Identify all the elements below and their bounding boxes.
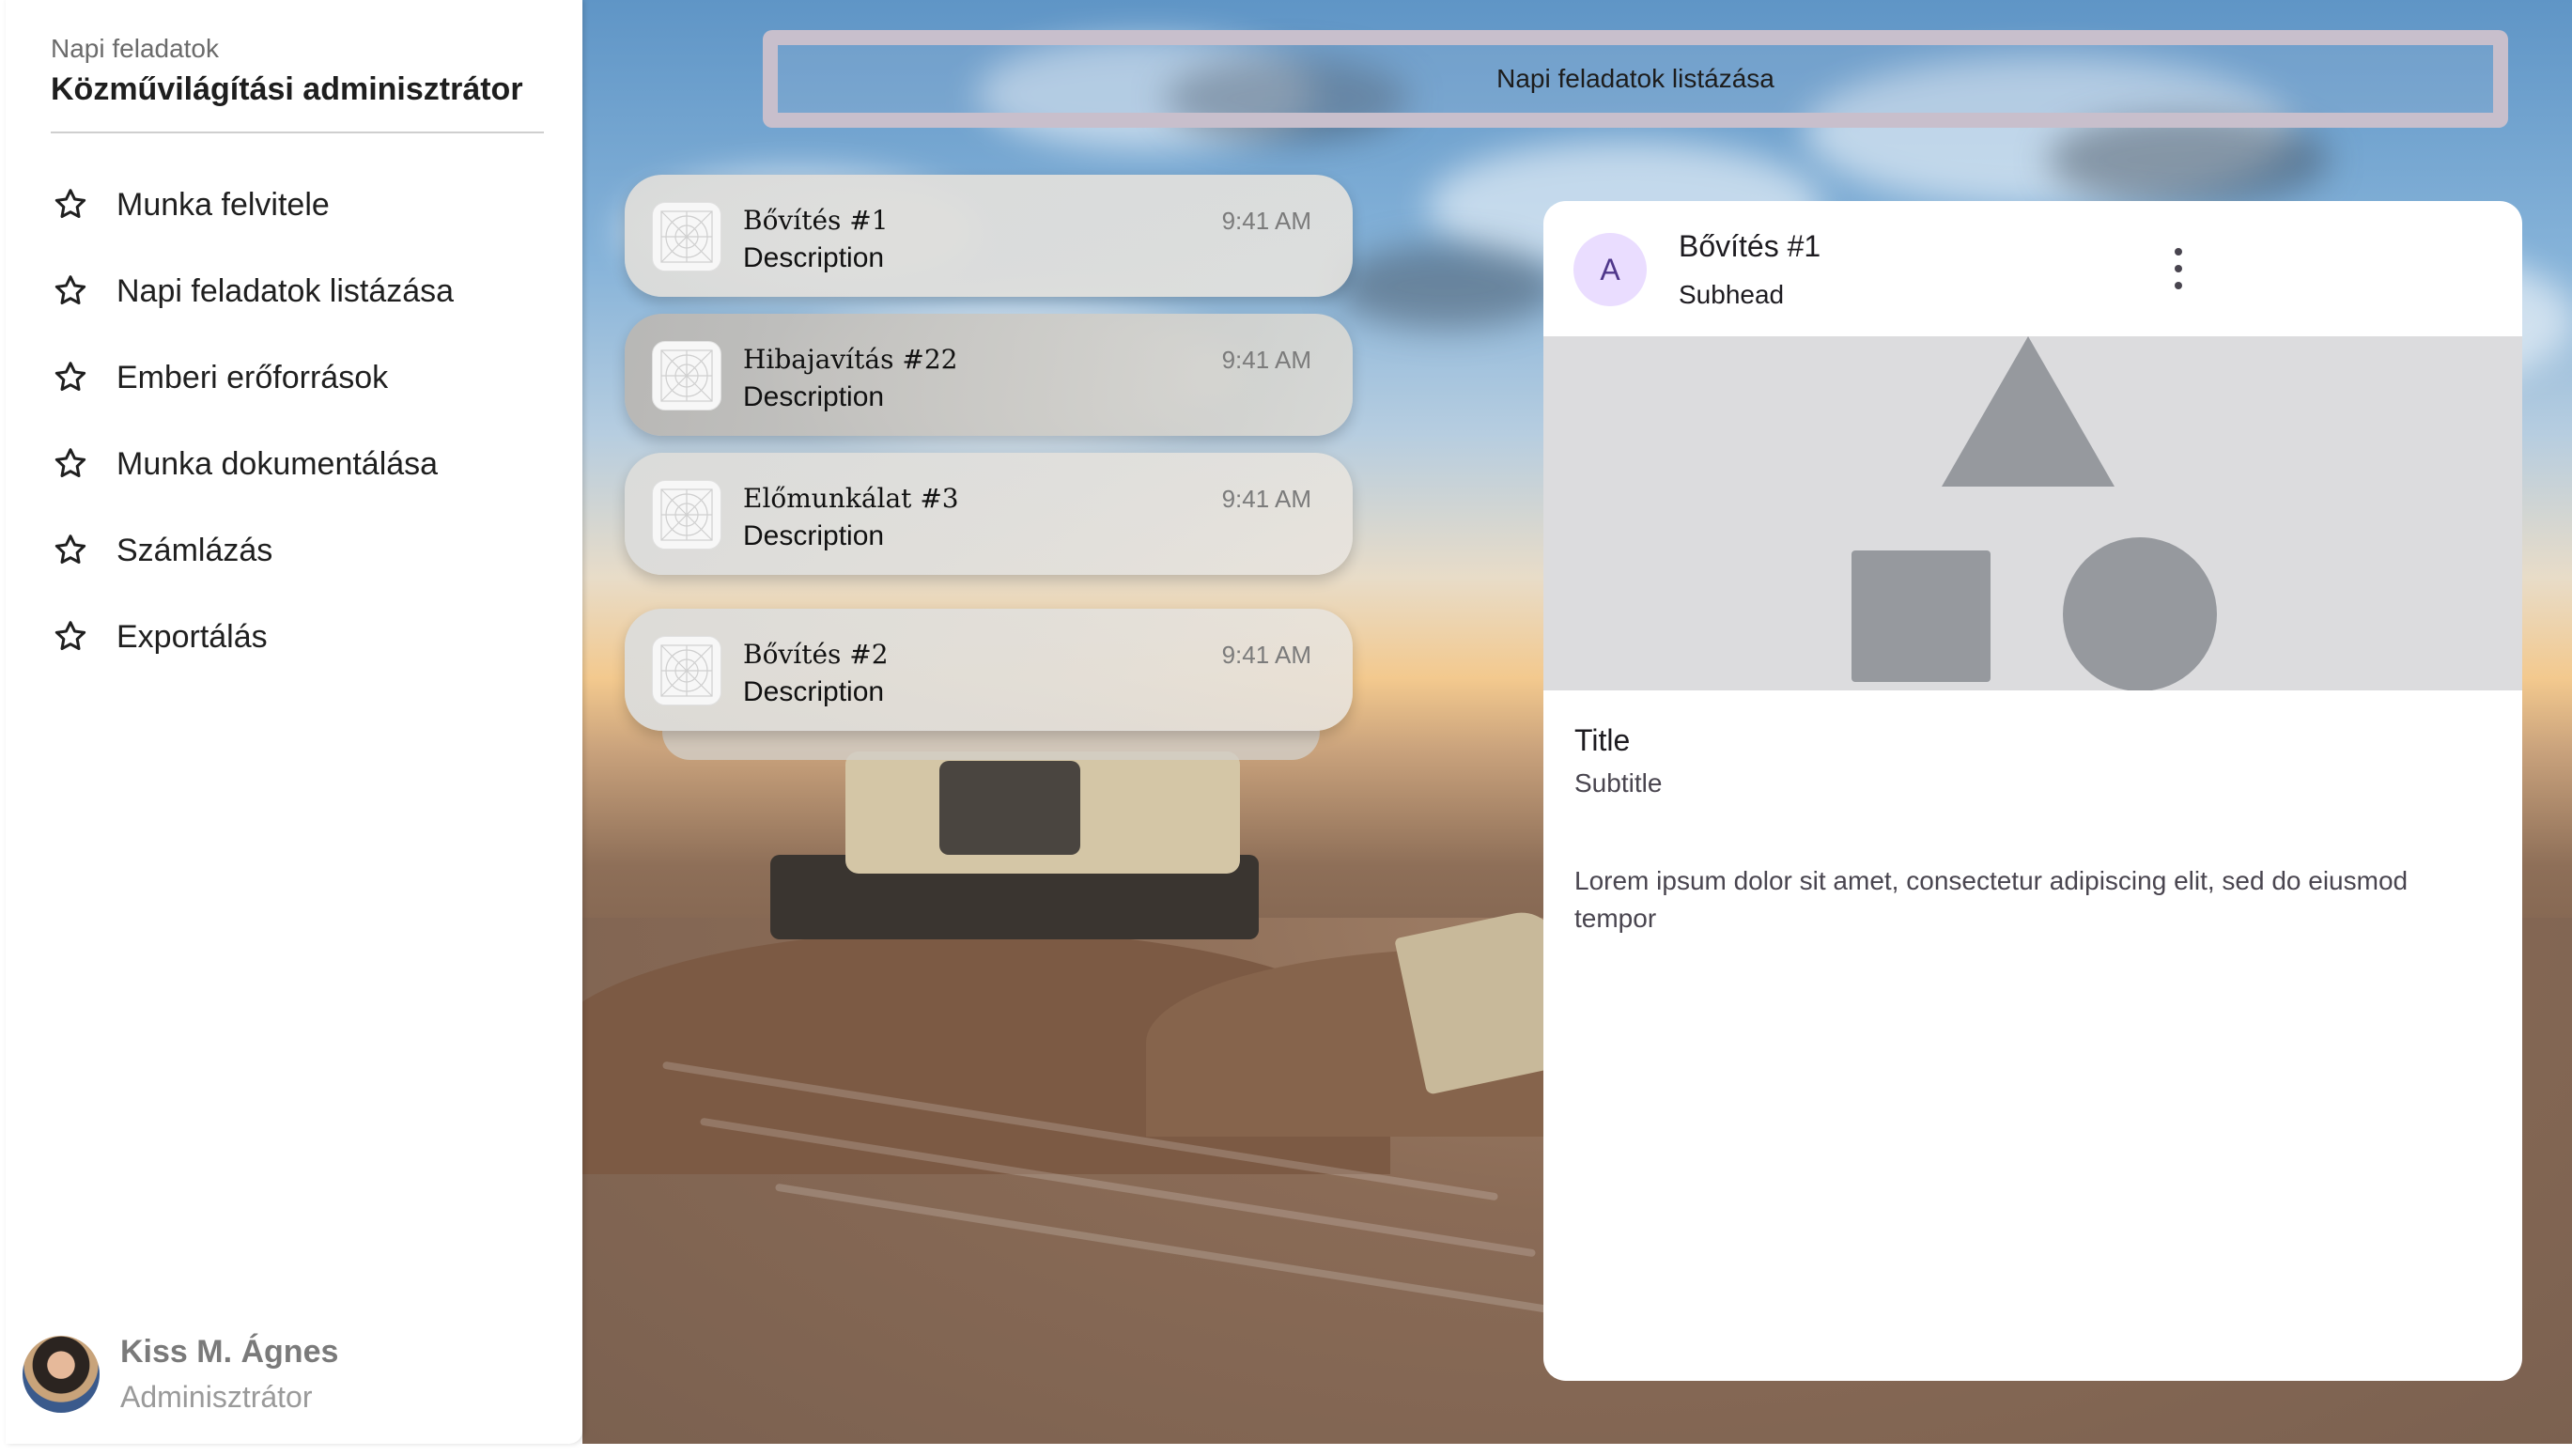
square-shape [1852,550,1991,682]
task-description: Description [743,381,885,412]
image-placeholder-icon [652,202,721,271]
detail-card: A Bővítés #1 Subhead Title Subtitle Lore… [1543,201,2522,1381]
card-body-text: Lorem ipsum dolor sit amet, consectetur … [1574,866,2409,933]
task-time: 9:41 AM [1221,485,1311,513]
image-placeholder-icon [652,341,721,410]
task-description: Description [743,520,885,551]
user-profile[interactable]: Kiss M. Ágnes Adminisztrátor [23,1334,338,1415]
card-subtitle: Subtitle [1574,768,1663,798]
sidebar-item-emberi-eroforrasok[interactable]: Emberi erőforrások [51,334,558,421]
task-description: Description [743,242,885,273]
sidebar-item-label: Munka felvitele [116,186,330,223]
card-header: A Bővítés #1 Subhead [1543,201,2522,336]
star-icon [51,531,90,570]
top-bar: Napi feladatok listázása [763,30,2508,128]
star-icon [51,185,90,225]
sidebar-divider [51,132,544,133]
task-title: Előmunkálat #3 [743,483,959,514]
user-role: Adminisztrátor [120,1380,313,1414]
sidebar: Napi feladatok Közművilágítási adminiszt… [6,0,582,1444]
page-title: Napi feladatok listázása [1496,64,1774,93]
star-icon [51,358,90,397]
task-title: Hibajavítás #22 [743,344,958,375]
sidebar-item-label: Munka dokumentálása [116,445,439,482]
task-title: Bővítés #1 [743,205,889,236]
sidebar-item-munka-dokumentalasa[interactable]: Munka dokumentálása [51,421,558,507]
sidebar-item-label: Exportálás [116,618,268,655]
sidebar-item-label: Emberi erőforrások [116,359,389,395]
list-item[interactable]: Előmunkálat #3 Description 9:41 AM [625,453,1353,575]
image-placeholder-icon [652,636,721,705]
star-icon [51,617,90,657]
sidebar-item-label: Napi feladatok listázása [116,272,455,309]
sidebar-nav: Munka felvitele Napi feladatok listázása… [51,162,558,680]
task-time: 9:41 AM [1221,641,1311,669]
sidebar-caption: Napi feladatok [51,34,220,63]
sidebar-item-munka-felvitele[interactable]: Munka felvitele [51,162,558,248]
task-time: 9:41 AM [1221,207,1311,235]
image-placeholder-icon [652,480,721,550]
card-title: Title [1574,723,1631,757]
list-item[interactable]: Hibajavítás #22 Description 9:41 AM [625,314,1353,436]
list-item[interactable]: Bővítés #2 Description 9:41 AM [625,609,1353,731]
media-placeholder [1543,336,2522,690]
triangle-shape [1942,336,2115,487]
task-description: Description [743,676,885,707]
task-title: Bővítés #2 [743,639,889,670]
star-icon [51,444,90,484]
circle-shape [2063,537,2217,690]
more-vert-icon[interactable] [2160,248,2197,289]
sidebar-item-label: Számlázás [116,532,273,568]
star-icon [51,271,90,311]
task-time: 9:41 AM [1221,346,1311,374]
sidebar-item-exportalas[interactable]: Exportálás [51,594,558,680]
list-stack-edge [662,730,1320,760]
user-name: Kiss M. Ágnes [120,1334,339,1370]
card-header-title: Bővítés #1 [1679,229,1821,263]
avatar [23,1336,100,1413]
card-subhead: Subhead [1679,280,1785,309]
monogram-avatar: A [1573,233,1647,306]
sidebar-item-szamlazas[interactable]: Számlázás [51,507,558,594]
sidebar-item-napi-feladatok[interactable]: Napi feladatok listázása [51,248,558,334]
list-item[interactable]: Bővítés #1 Description 9:41 AM [625,175,1353,297]
sidebar-title: Közművilágítási adminisztrátor [51,71,523,107]
